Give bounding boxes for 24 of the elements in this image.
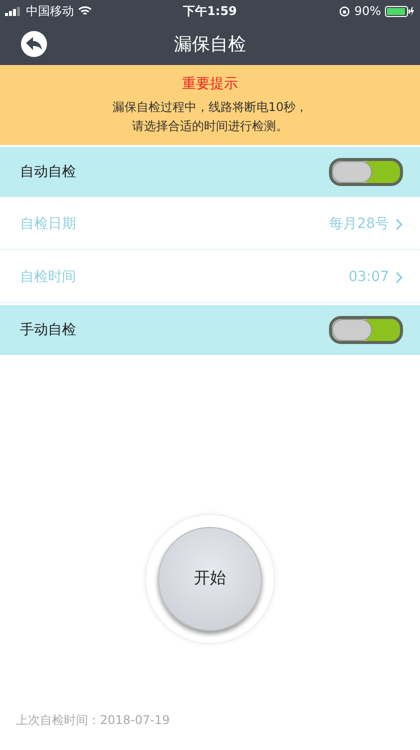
- lock-rotation-icon: [339, 6, 350, 16]
- notice-text: 漏保自检过程中，线路将断电10秒，: [112, 99, 308, 116]
- wifi-icon: [78, 6, 92, 16]
- battery-icon: [384, 6, 415, 16]
- notice-title: 重要提示: [182, 75, 238, 93]
- toggle-switch[interactable]: [329, 158, 403, 186]
- chevron-right-icon: [395, 270, 403, 284]
- battery-percent: 90%: [354, 4, 381, 18]
- chevron-right-icon: [395, 218, 403, 230]
- notice-text: 请选择合适的时间进行检测。: [132, 118, 288, 135]
- start-button[interactable]: 开始: [158, 526, 262, 630]
- last-check-text: 上次自检时间：2018-07-19: [15, 712, 171, 729]
- page-title: 漏保自检: [174, 32, 246, 56]
- setting-value: 每月28号: [329, 215, 389, 233]
- back-icon[interactable]: [21, 31, 47, 57]
- setting-label: 自动自检: [20, 163, 77, 181]
- setting-value: 03:07: [348, 269, 389, 285]
- setting-label: 自检时间: [20, 268, 77, 286]
- setting-label: 手动自检: [20, 321, 77, 339]
- signal-icon: [5, 6, 22, 16]
- toggle-switch[interactable]: [329, 316, 403, 344]
- setting-label: 自检日期: [20, 215, 77, 233]
- status-time: 下午1:59: [183, 2, 237, 20]
- carrier-name: 中国移动: [26, 2, 74, 20]
